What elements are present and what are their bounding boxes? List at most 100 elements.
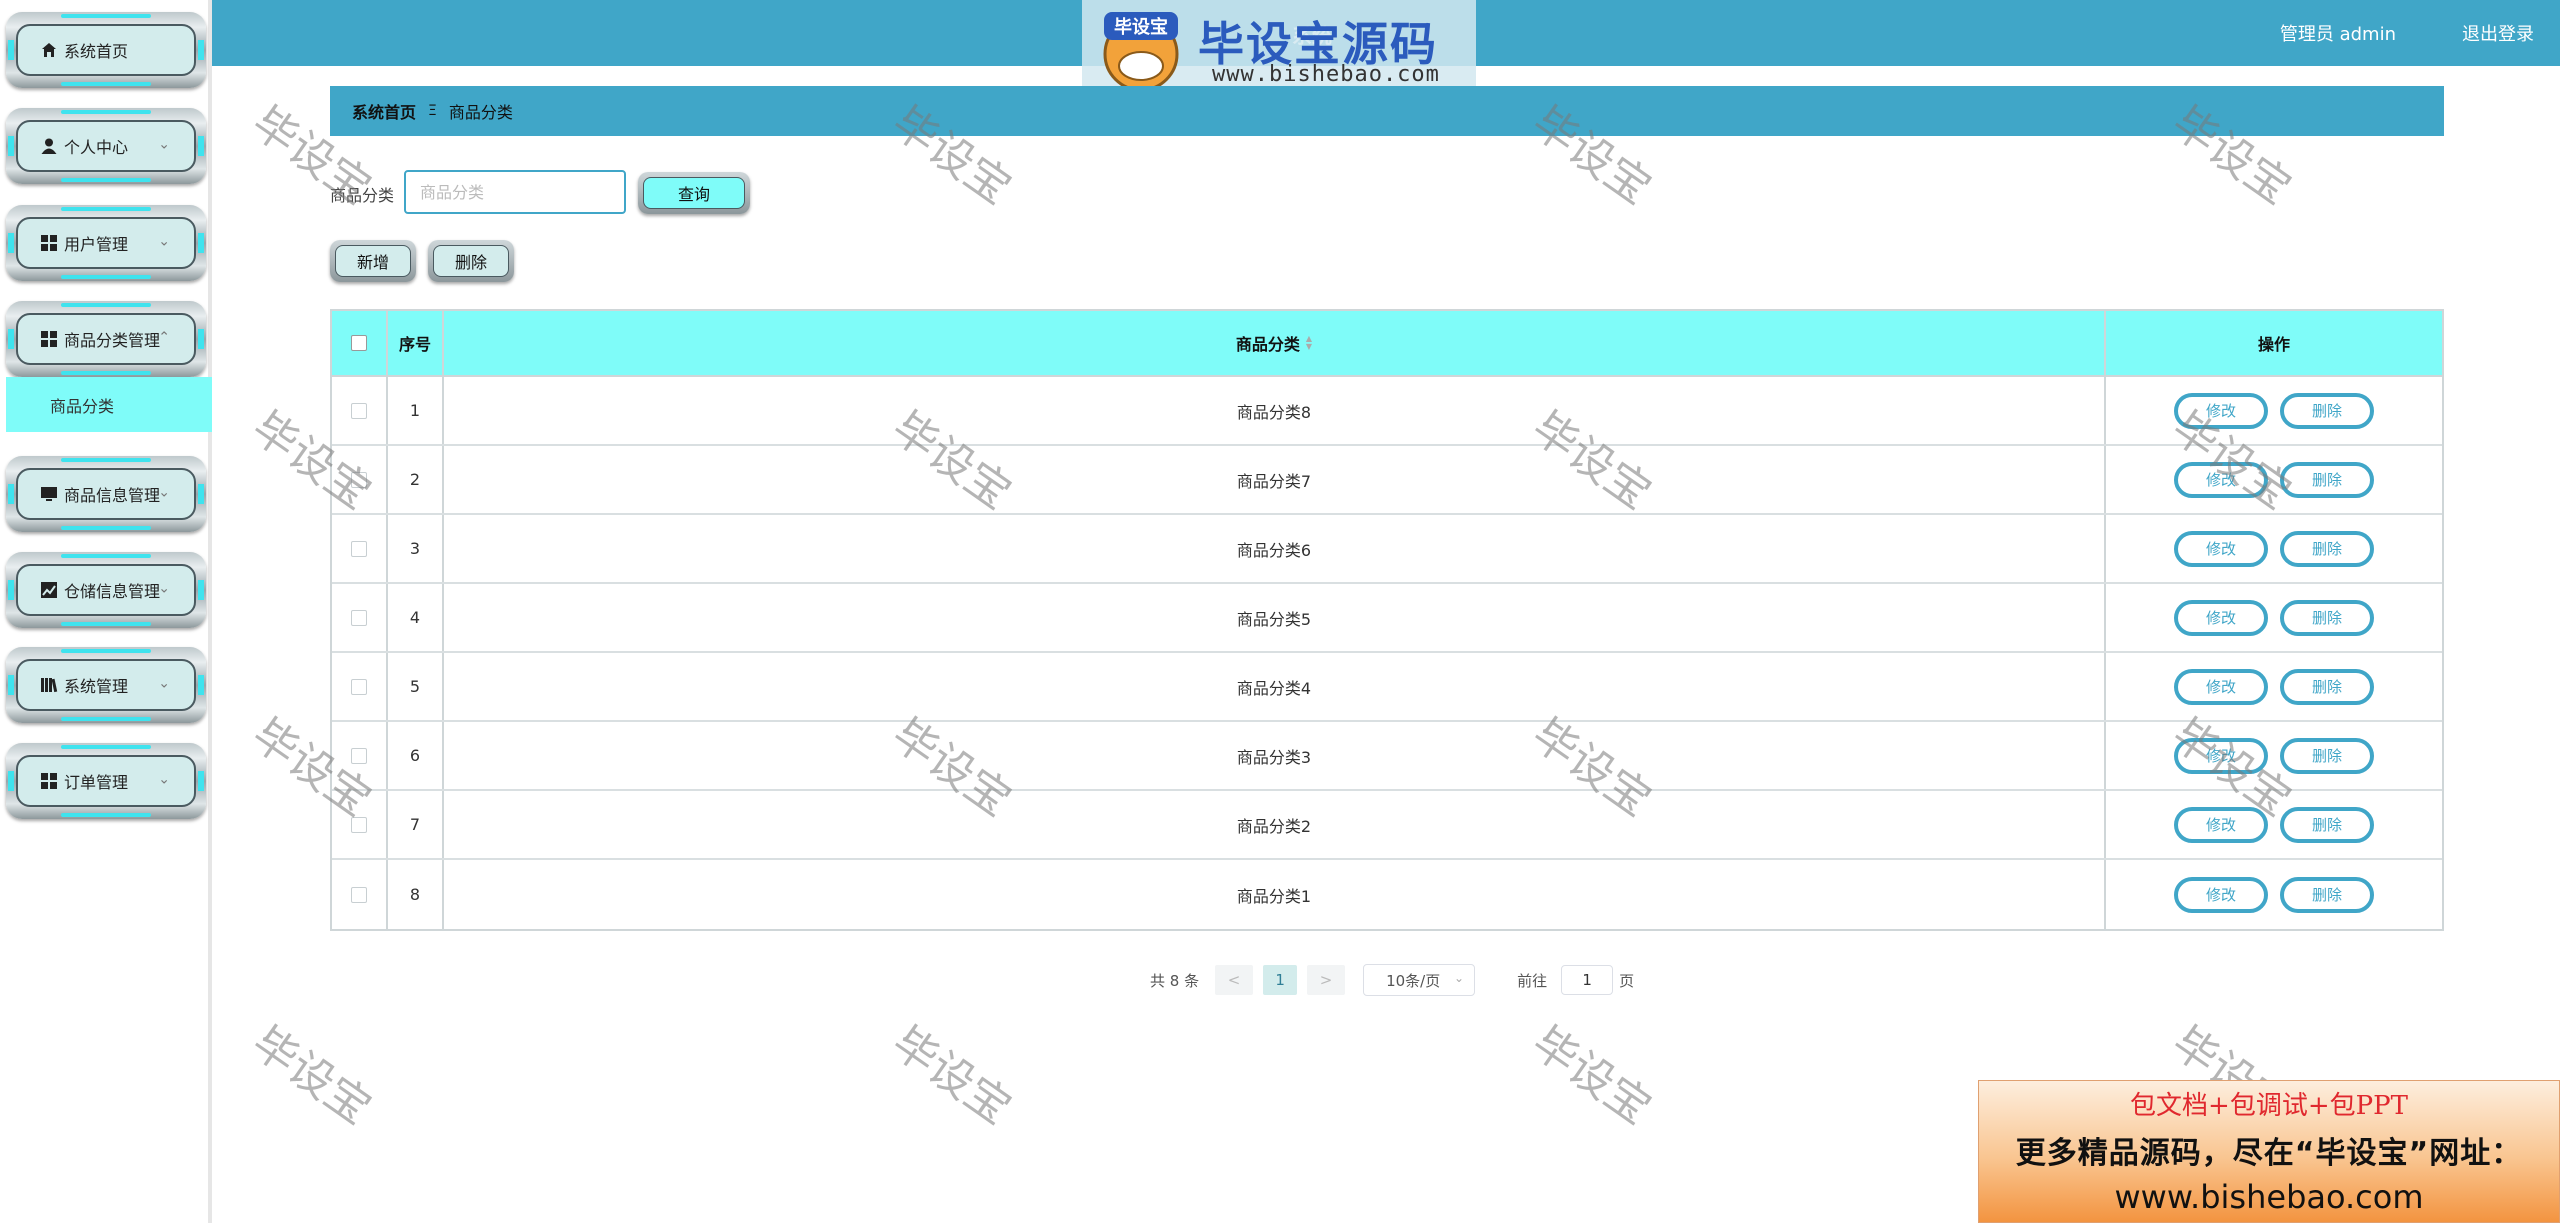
edit-button[interactable]: 修改 bbox=[2174, 530, 2268, 567]
table-row: 3 商品分类6 修改 删除 bbox=[332, 515, 2442, 584]
sidebar-item-7[interactable]: 系统管理 ⌄ bbox=[6, 647, 206, 723]
table-row: 4 商品分类5 修改 删除 bbox=[332, 584, 2442, 653]
chart-icon bbox=[40, 581, 58, 599]
row-check-cell bbox=[332, 584, 388, 651]
menu-glow bbox=[8, 484, 14, 504]
sidebar-item-6[interactable]: 仓储信息管理 ⌄ bbox=[6, 552, 206, 628]
row-category-name: 商品分类1 bbox=[444, 860, 2106, 929]
menu-glow bbox=[61, 649, 151, 653]
breadcrumb-current: 商品分类 bbox=[448, 103, 513, 122]
add-button-label: 新增 bbox=[335, 245, 411, 277]
table-row: 2 商品分类7 修改 删除 bbox=[332, 446, 2442, 515]
goto-page-input[interactable] bbox=[1561, 965, 1614, 995]
sidebar-item-3[interactable]: 用户管理 ⌄ bbox=[6, 205, 206, 281]
menu-glow bbox=[61, 207, 151, 211]
edit-button[interactable]: 修改 bbox=[2174, 668, 2268, 705]
delete-button[interactable]: 删除 bbox=[2280, 876, 2374, 913]
menu-glow bbox=[8, 675, 14, 695]
delete-button[interactable]: 删除 bbox=[2280, 461, 2374, 498]
row-checkbox[interactable] bbox=[351, 747, 367, 764]
menu-glow bbox=[61, 745, 151, 749]
row-checkbox[interactable] bbox=[351, 678, 367, 695]
row-checkbox[interactable] bbox=[351, 471, 367, 488]
menu-glow bbox=[8, 329, 14, 349]
breadcrumb-home[interactable]: 系统首页 bbox=[352, 99, 416, 123]
menu-inner: 仓储信息管理 ⌄ bbox=[16, 564, 196, 616]
sidebar-item-label: 个人中心 bbox=[64, 138, 129, 157]
watermark-text: 毕设宝 bbox=[242, 1016, 381, 1135]
edit-button[interactable]: 修改 bbox=[2174, 806, 2268, 843]
delete-button[interactable]: 删除 bbox=[2280, 737, 2374, 774]
promo-line-3: www.bishebao.com bbox=[2114, 1178, 2424, 1216]
query-button-label: 查询 bbox=[643, 177, 745, 209]
sort-caret-icon[interactable]: ▲ ▼ bbox=[1306, 335, 1312, 351]
current-user: 管理员 admin bbox=[2279, 24, 2396, 45]
row-index: 7 bbox=[388, 791, 444, 858]
sidebar-item-4[interactable]: 商品分类管理 ⌃ bbox=[6, 301, 206, 377]
row-checkbox[interactable] bbox=[351, 402, 367, 419]
delete-button[interactable]: 删除 bbox=[2280, 806, 2374, 843]
prev-page-button[interactable]: < bbox=[1215, 965, 1254, 995]
page-number-1[interactable]: 1 bbox=[1263, 965, 1298, 995]
sidebar-subitem-category[interactable]: 商品分类 bbox=[6, 377, 212, 432]
grid-icon bbox=[40, 330, 58, 348]
row-checkbox[interactable] bbox=[351, 886, 367, 903]
edit-button[interactable]: 修改 bbox=[2174, 876, 2268, 913]
delete-button[interactable]: 删除 bbox=[2280, 530, 2374, 567]
user-icon bbox=[40, 137, 58, 155]
logout-link[interactable]: 退出登录 bbox=[2462, 20, 2534, 46]
sidebar-item-label: 商品信息管理 bbox=[64, 486, 161, 505]
category-table: 序号 商品分类 ▲ ▼ 操作 1 商品分类8 修改 删除 2 商品分类7 修改 删除 3 商品分类6… bbox=[330, 309, 2444, 931]
sidebar-item-1[interactable]: 系统首页 bbox=[6, 12, 206, 88]
menu-inner: 个人中心 ⌄ bbox=[16, 120, 196, 172]
menu-glow bbox=[198, 136, 204, 156]
menu-glow bbox=[198, 40, 204, 60]
grid-icon bbox=[40, 772, 58, 790]
menu-glow bbox=[198, 233, 204, 253]
search-input[interactable] bbox=[404, 170, 626, 214]
row-ops: 修改 删除 bbox=[2106, 722, 2442, 789]
sidebar-item-8[interactable]: 订单管理 ⌄ bbox=[6, 743, 206, 819]
page-size-value: 10条/页 bbox=[1386, 971, 1441, 990]
edit-button[interactable]: 修改 bbox=[2174, 737, 2268, 774]
batch-delete-button[interactable]: 删除 bbox=[428, 240, 514, 282]
sidebar-item-2[interactable]: 个人中心 ⌄ bbox=[6, 108, 206, 184]
menu-glow bbox=[61, 554, 151, 558]
row-index: 4 bbox=[388, 584, 444, 651]
sidebar-item-5[interactable]: 商品信息管理 ⌄ bbox=[6, 456, 206, 532]
logo-badge-icon: 毕设宝 bbox=[1103, 12, 1179, 92]
edit-button[interactable]: 修改 bbox=[2174, 461, 2268, 498]
row-ops: 修改 删除 bbox=[2106, 446, 2442, 513]
row-ops: 修改 删除 bbox=[2106, 515, 2442, 582]
row-checkbox[interactable] bbox=[351, 816, 367, 833]
sidebar-item-label: 系统首页 bbox=[64, 42, 129, 61]
home-icon bbox=[40, 41, 58, 59]
header-ops: 操作 bbox=[2257, 335, 2290, 354]
delete-button[interactable]: 删除 bbox=[2280, 392, 2374, 429]
query-button[interactable]: 查询 bbox=[638, 172, 750, 214]
promo-banner: 包文档+包调试+包PPT 更多精品源码，尽在“毕设宝”网址： www.bishe… bbox=[1978, 1080, 2560, 1223]
menu-glow bbox=[8, 233, 14, 253]
delete-button[interactable]: 删除 bbox=[2280, 668, 2374, 705]
row-ops: 修改 删除 bbox=[2106, 584, 2442, 651]
delete-button[interactable]: 删除 bbox=[2280, 599, 2374, 636]
pagination-total: 共 8 条 bbox=[1150, 971, 1200, 990]
menu-glow bbox=[61, 82, 151, 86]
menu-inner: 用户管理 ⌄ bbox=[16, 217, 196, 269]
edit-button[interactable]: 修改 bbox=[2174, 599, 2268, 636]
monitor-icon bbox=[40, 485, 58, 503]
logo-url: www.bishebao.com bbox=[1212, 62, 1440, 87]
menu-glow bbox=[8, 580, 14, 600]
menu-glow bbox=[61, 275, 151, 279]
menu-glow bbox=[198, 580, 204, 600]
add-button[interactable]: 新增 bbox=[330, 240, 416, 282]
select-all-checkbox[interactable] bbox=[351, 335, 367, 351]
edit-button[interactable]: 修改 bbox=[2174, 392, 2268, 429]
menu-glow bbox=[61, 110, 151, 114]
header-name[interactable]: 商品分类 ▲ ▼ bbox=[444, 311, 2106, 375]
row-checkbox[interactable] bbox=[351, 609, 367, 626]
watermark-text: 毕设宝 bbox=[1522, 1016, 1661, 1135]
page-size-select[interactable]: 10条/页 ⌄ bbox=[1363, 964, 1476, 996]
row-checkbox[interactable] bbox=[351, 540, 367, 557]
next-page-button[interactable]: > bbox=[1307, 965, 1346, 995]
